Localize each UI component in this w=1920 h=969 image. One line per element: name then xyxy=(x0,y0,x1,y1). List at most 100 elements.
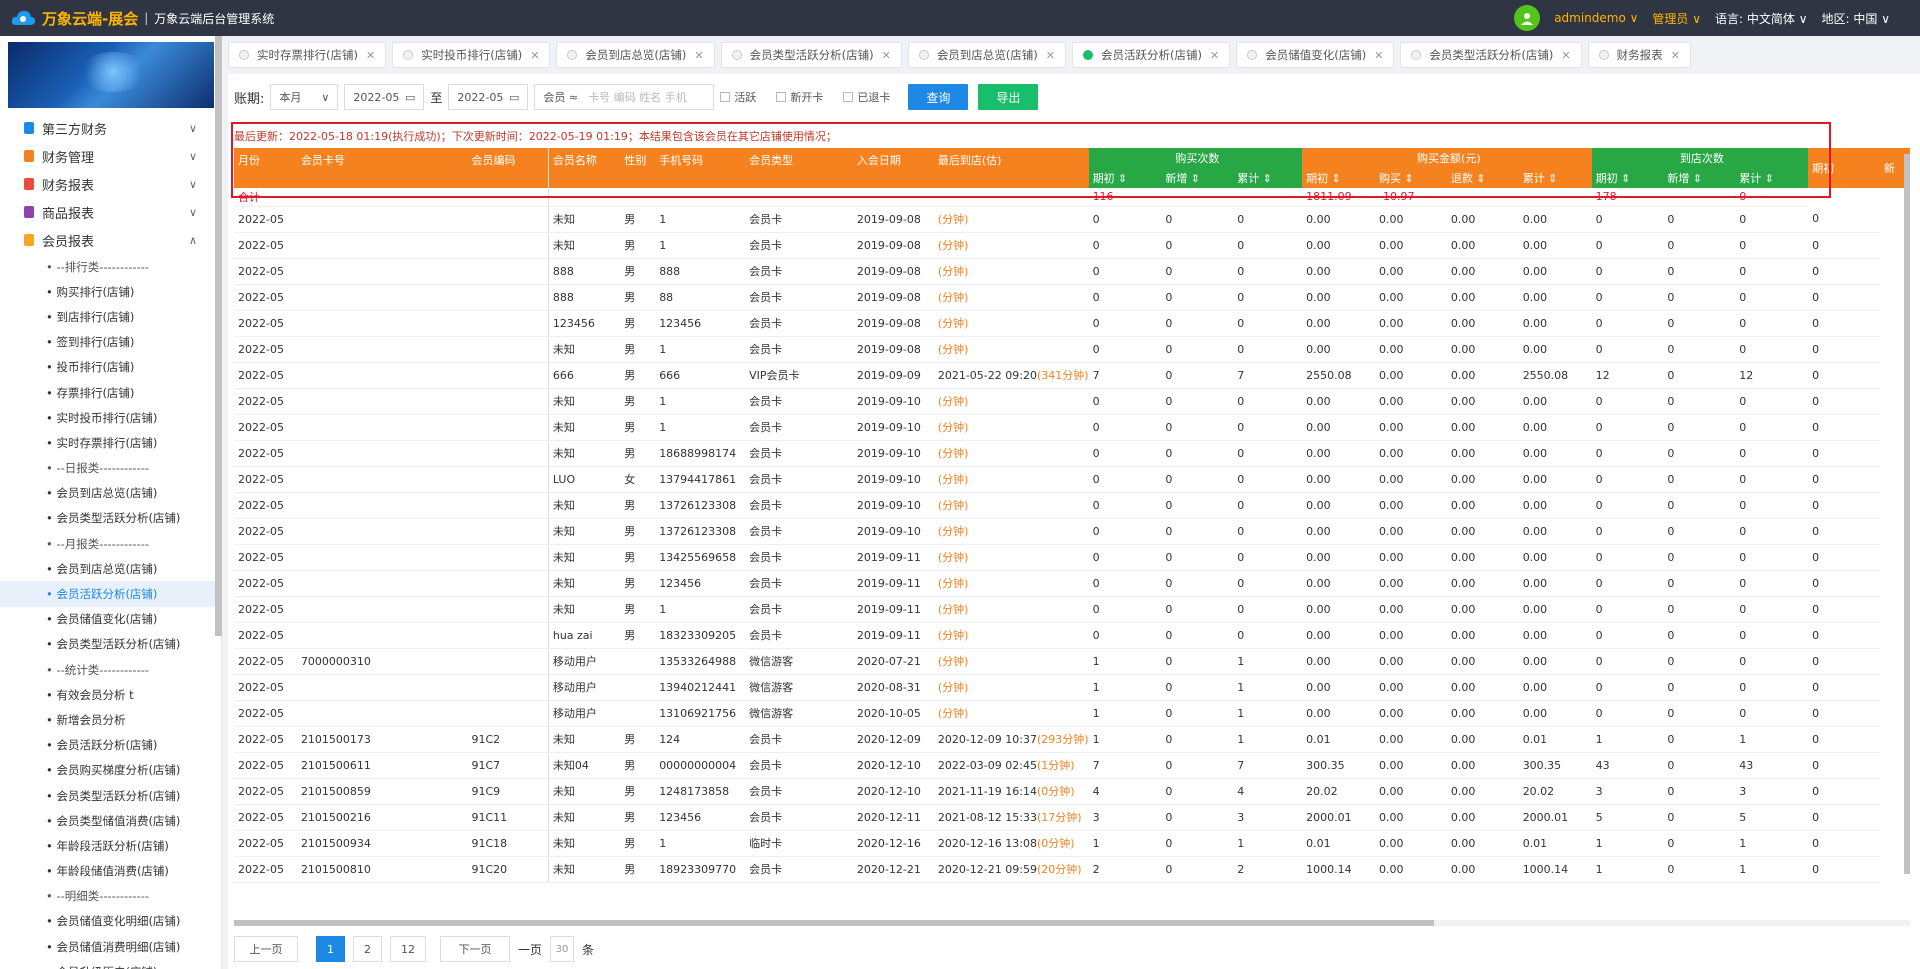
table-row[interactable]: 2022-05 666 男 666 VIP会员卡 2019-09-09 2021-05-22… xyxy=(234,362,1910,389)
tab-3[interactable]: 会员类型活跃分析(店铺) ✕ xyxy=(720,42,902,68)
table-row[interactable]: 2022-05 未知男 13425569658 会员卡 2019-09-11 (分钟) 0 0… xyxy=(234,544,1910,571)
table-row[interactable]: 2022-05 未知男 1 会员卡 2019-09-08 (分钟) 0 0 0 0.00 0.00 0… xyxy=(234,232,1910,259)
sidebar-item[interactable]: • 会员活跃分析(店铺) xyxy=(0,581,221,607)
table-row[interactable]: 2022-05 7000000310 移动用户 13533264988 微信游客 2020… xyxy=(234,648,1910,675)
close-icon[interactable]: ✕ xyxy=(1561,49,1570,62)
table-row[interactable]: 2022-05 2101500859 91C9 未知男 1248173858 会员卡 202… xyxy=(234,778,1910,805)
tab-2[interactable]: 会员到店总览(店铺) ✕ xyxy=(556,42,715,68)
sidebar-item[interactable]: • 存票排行(店铺) xyxy=(0,380,221,405)
tab-7[interactable]: 会员类型活跃分析(店铺) ✕ xyxy=(1400,42,1582,68)
sidebar-menu-2[interactable]: 财务报表 ∨ xyxy=(0,170,221,198)
close-icon[interactable]: ✕ xyxy=(366,49,375,62)
close-icon[interactable]: ✕ xyxy=(694,49,703,62)
sidebar-item[interactable]: • 有效会员分析 t xyxy=(0,682,221,707)
close-icon[interactable]: ✕ xyxy=(882,49,891,62)
sidebar-item[interactable]: • 到店排行(店铺) xyxy=(0,304,221,329)
close-icon[interactable]: ✕ xyxy=(1374,49,1383,62)
sidebar-item[interactable]: • 购买排行(店铺) xyxy=(0,279,221,304)
sidebar-menu-0[interactable]: 第三方财务 ∨ xyxy=(0,114,221,142)
new-card-checkbox[interactable]: 新开卡 xyxy=(776,89,823,105)
table-row[interactable]: 2022-05 2101500216 91C11 未知男 123456 会员卡 2020-1… xyxy=(234,804,1910,831)
sortable-column-header[interactable]: 累计 ⇕ xyxy=(1735,168,1809,188)
table-row[interactable]: 2022-05 2101500810 91C20 未知男 18923309770 会员卡 2… xyxy=(234,856,1910,883)
sidebar-item[interactable]: • 签到排行(店铺) xyxy=(0,330,221,355)
tab-5[interactable]: 会员活跃分析(店铺) ✕ xyxy=(1072,42,1231,68)
table-row[interactable]: 2022-05 未知男 1 会员卡 2019-09-08 (分钟) 0 0 0 0.00 0.00 0… xyxy=(234,336,1910,363)
sidebar-item[interactable]: • 会员储值消费明细(店铺) xyxy=(0,934,221,959)
page-12-button[interactable]: 12 xyxy=(390,936,426,962)
sortable-column-header[interactable]: 期初 ⇕ xyxy=(1591,168,1664,188)
close-icon[interactable]: ✕ xyxy=(1210,49,1219,62)
sidebar-item[interactable]: • 年龄段储值消费(店铺) xyxy=(0,859,221,884)
table-row[interactable]: 2022-05 2101500611 91C7 未知04 男 00000000004 会员卡… xyxy=(234,752,1910,779)
sortable-column-header[interactable]: 退款 ⇕ xyxy=(1446,168,1519,188)
table-row[interactable]: 2022-05 未知男 1 会员卡 2019-09-08 (分钟) 0 0 0 0.00 0.00 0… xyxy=(234,206,1910,233)
sortable-column-header[interactable]: 购买 ⇕ xyxy=(1375,168,1447,188)
language-dropdown[interactable]: 中文简体 ∨ xyxy=(1747,12,1808,26)
table-row[interactable]: 2022-05 未知男 123456 会员卡 2019-09-11 (分钟) 0 0 0 0.00… xyxy=(234,570,1910,597)
table-row[interactable]: 2022-05 移动用户 13940212441 微信游客 2020-08-31 (分钟)… xyxy=(234,674,1910,701)
close-icon[interactable]: ✕ xyxy=(1046,49,1055,62)
tab-6[interactable]: 会员储值变化(店铺) ✕ xyxy=(1236,42,1395,68)
page-2-button[interactable]: 2 xyxy=(353,936,382,962)
page-1-button[interactable]: 1 xyxy=(316,936,345,962)
sidebar-item[interactable]: • 会员储值变化(店铺) xyxy=(0,607,221,632)
username-dropdown[interactable]: admindemo ∨ xyxy=(1554,11,1638,25)
table-row[interactable]: 2022-05 未知男 1 会员卡 2019-09-10 (分钟) 0 0 0 0.00 0.00 0… xyxy=(234,414,1910,441)
role-dropdown[interactable]: 管理员 ∨ xyxy=(1652,10,1701,27)
sidebar-menu-4[interactable]: 会员报表 ∧ xyxy=(0,226,221,254)
sortable-column-header[interactable]: 新增 ⇕ xyxy=(1663,168,1736,188)
query-button[interactable]: 查询 xyxy=(908,84,969,110)
table-row[interactable]: 2022-05 LUO 女 13794417861 会员卡 2019-09-10 (分钟) 0… xyxy=(234,466,1910,493)
tab-8[interactable]: 财务报表 ✕ xyxy=(1587,42,1691,68)
sidebar-item[interactable]: • 实时投币排行(店铺) xyxy=(0,405,221,430)
sidebar-item[interactable]: • 会员活跃分析(店铺) xyxy=(0,733,221,758)
table-row[interactable]: 2022-05 未知男 13726123308 会员卡 2019-09-10 (分钟) 0 0… xyxy=(234,518,1910,545)
table-row[interactable]: 2022-05 hua zai 男 18323309205 会员卡 2019-09-11(… xyxy=(234,622,1910,649)
active-checkbox[interactable]: 活跃 xyxy=(720,89,756,105)
sidebar-item[interactable]: • 新增会员分析 xyxy=(0,707,221,732)
sidebar-item[interactable]: • 会员升级历史(店铺) xyxy=(0,959,221,969)
table-row[interactable]: 2022-05 移动用户 13106921756 微信游客 2020-10-05 (分钟)… xyxy=(234,700,1910,727)
page-size-input[interactable]: 30 xyxy=(550,936,575,962)
tab-1[interactable]: 实时投币排行(店铺) ✕ xyxy=(392,42,551,68)
date-to-input[interactable]: 2022-05 ▭ xyxy=(448,84,529,110)
sidebar-item[interactable]: • 会员储值变化明细(店铺) xyxy=(0,909,221,934)
sidebar-item[interactable]: • 会员购买梯度分析(店铺) xyxy=(0,758,221,783)
table-horizontal-scrollbar[interactable] xyxy=(234,920,1910,926)
sortable-column-header[interactable]: 累计 ⇕ xyxy=(1518,168,1592,188)
tab-0[interactable]: 实时存票排行(店铺) ✕ xyxy=(228,42,387,68)
sortable-column-header[interactable]: 新增 ⇕ xyxy=(1161,168,1234,188)
table-vertical-scrollbar[interactable] xyxy=(1904,154,1910,874)
sidebar-item[interactable]: • 会员到店总览(店铺) xyxy=(0,481,221,506)
sidebar-item[interactable]: • 会员到店总览(店铺) xyxy=(0,556,221,581)
table-row[interactable]: 2022-05 未知男 13726123308 会员卡 2019-09-10 (分钟) 0 0… xyxy=(234,492,1910,519)
sidebar-item[interactable]: • 实时存票排行(店铺) xyxy=(0,430,221,455)
table-row[interactable]: 2022-05 未知男 1 会员卡 2019-09-11 (分钟) 0 0 0 0.00 0.00 0… xyxy=(234,596,1910,623)
tab-4[interactable]: 会员到店总览(店铺) ✕ xyxy=(907,42,1067,68)
sidebar-menu-1[interactable]: 财务管理 ∨ xyxy=(0,142,221,170)
sidebar-item[interactable]: • 会员类型储值消费(店铺) xyxy=(0,808,221,833)
table-row[interactable]: 2022-05 2101500173 91C2 未知男 124 会员卡 2020-12-09… xyxy=(234,726,1910,753)
sidebar-item[interactable]: • 会员类型活跃分析(店铺) xyxy=(0,783,221,808)
table-row[interactable]: 2022-05 888 男 88 会员卡 2019-09-08 (分钟) 0 0 0 0.00 0.0… xyxy=(234,284,1910,311)
table-row[interactable]: 2022-05 888 男 888 会员卡 2019-09-08 (分钟) 0 0 0 0.00 0.… xyxy=(234,258,1910,285)
table-row[interactable]: 2022-05 123456 男 123456 会员卡 2019-09-08 (分钟) 0 0 0… xyxy=(234,310,1910,337)
sortable-column-header[interactable]: 期初 ⇕ xyxy=(1302,168,1375,188)
sortable-column-header[interactable]: 累计 ⇕ xyxy=(1233,168,1303,188)
export-button[interactable]: 导出 xyxy=(978,84,1039,110)
close-icon[interactable]: ✕ xyxy=(1671,49,1680,62)
date-from-input[interactable]: 2022-05 ▭ xyxy=(344,84,425,110)
prev-page-button[interactable]: 上一页 xyxy=(234,936,298,962)
user-avatar-icon[interactable] xyxy=(1514,5,1541,31)
member-search-type[interactable]: 会员 ≈ xyxy=(543,89,578,105)
next-page-button[interactable]: 下一页 xyxy=(440,936,510,962)
close-icon[interactable]: ✕ xyxy=(530,49,539,62)
table-row[interactable]: 2022-05 未知男 1 会员卡 2019-09-10 (分钟) 0 0 0 0.00 0.00 0… xyxy=(234,388,1910,415)
sidebar-item[interactable]: • 投币排行(店铺) xyxy=(0,355,221,380)
table-row[interactable]: 2022-05 未知男 18688998174 会员卡 2019-09-10 (分钟) 0 0… xyxy=(234,440,1910,467)
table-row[interactable]: 2022-05 2101500934 91C18 未知男 1 临时卡 2020-12-16 2… xyxy=(234,830,1910,857)
sidebar-menu-3[interactable]: 商品报表 ∨ xyxy=(0,198,221,226)
sidebar-scrollbar[interactable] xyxy=(215,36,222,636)
refunded-card-checkbox[interactable]: 已退卡 xyxy=(843,89,890,105)
